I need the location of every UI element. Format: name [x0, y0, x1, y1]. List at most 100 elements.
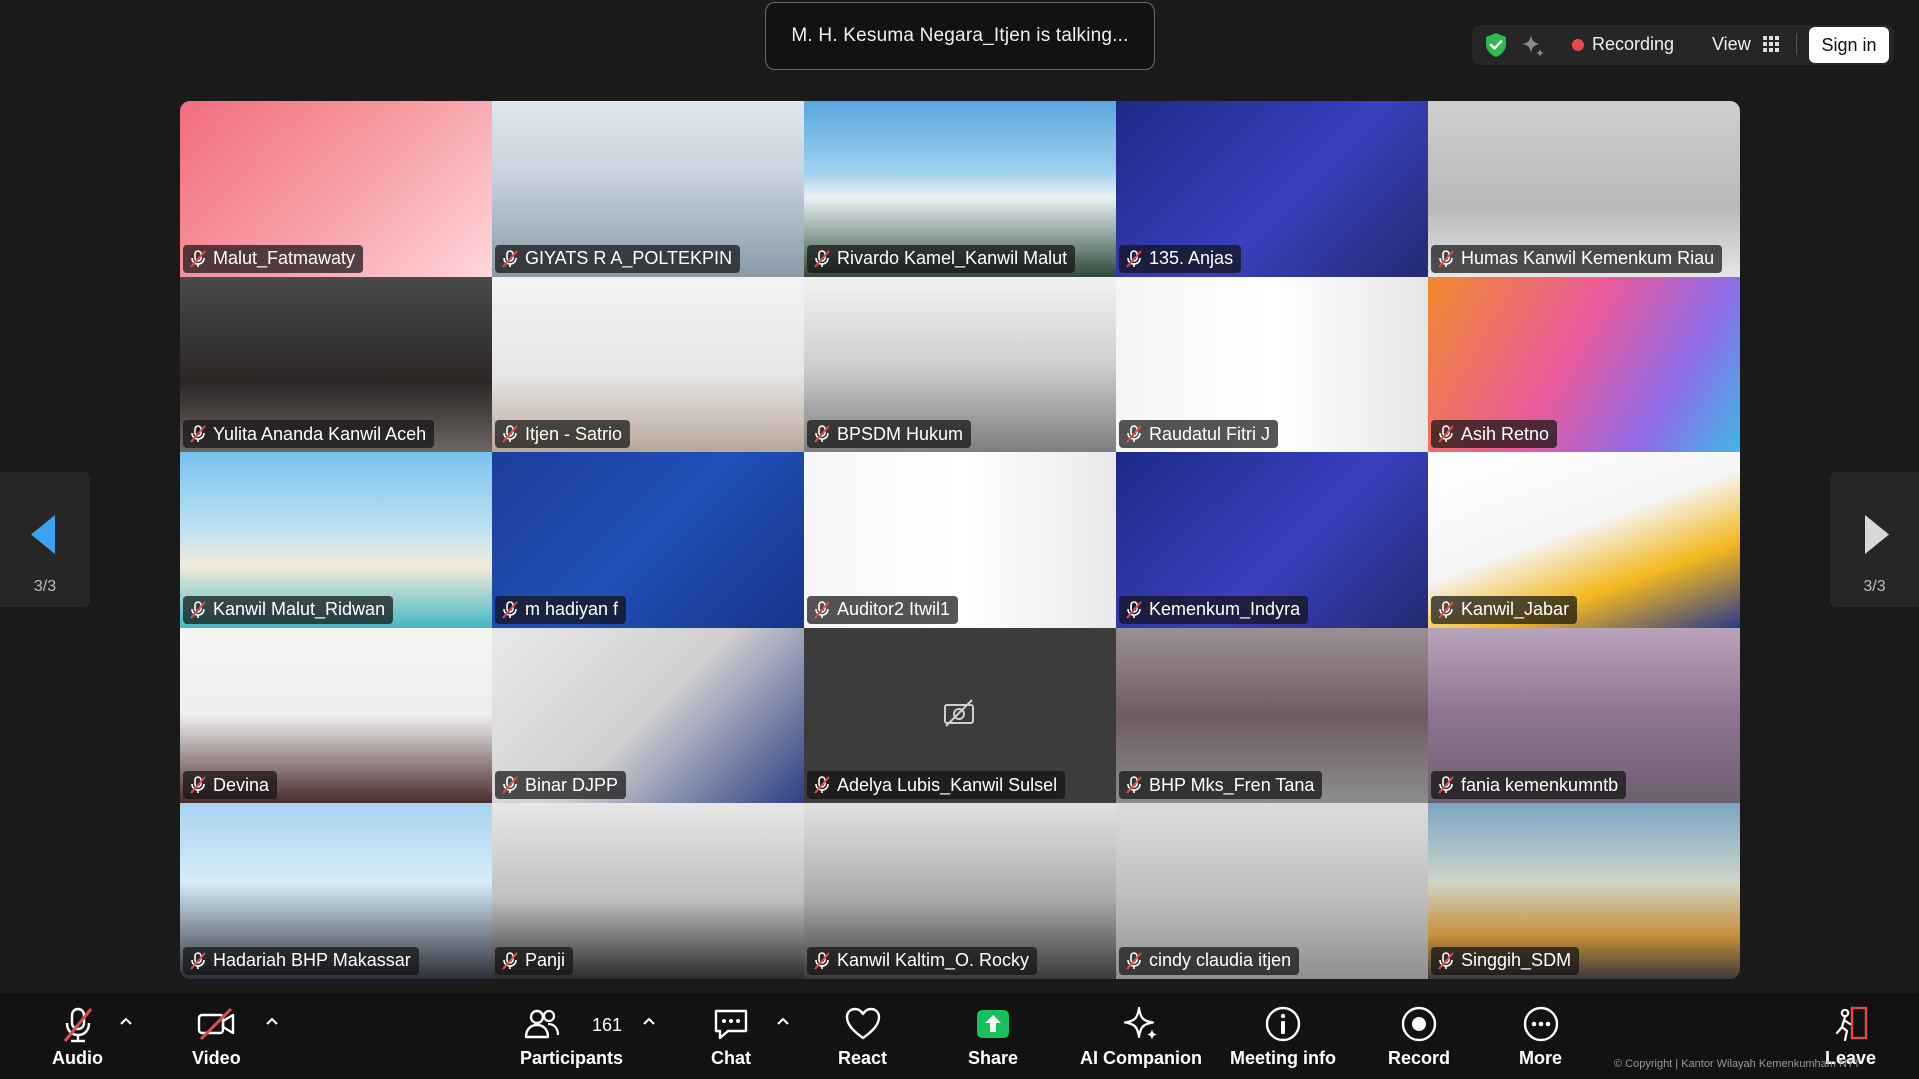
recording-status[interactable]: Recording	[1592, 34, 1674, 55]
participant-tile[interactable]: Hadariah BHP Makassar	[180, 803, 492, 979]
participant-name: Kemenkum_Indyra	[1149, 599, 1301, 620]
participant-tile[interactable]: Yulita Ananda Kanwil Aceh	[180, 276, 492, 453]
participant-name-tag: Kanwil Kaltim_O. Rocky	[807, 946, 1038, 975]
chat-options-chevron-up-icon[interactable]	[776, 1016, 790, 1026]
muted-mic-icon	[814, 600, 830, 619]
participant-tile[interactable]: Singgih_SDM	[1428, 803, 1740, 979]
video-label: Video	[192, 1048, 241, 1068]
muted-mic-icon	[190, 600, 206, 619]
sign-in-button[interactable]: Sign in	[1809, 27, 1889, 63]
more-label: More	[1519, 1048, 1563, 1068]
participant-tile[interactable]: Kemenkum_Indyra	[1116, 452, 1428, 628]
record-label: Record	[1388, 1048, 1451, 1068]
participant-tile[interactable]: m hadiyan f	[492, 452, 804, 628]
view-button[interactable]: View	[1712, 34, 1751, 55]
meeting-info-button[interactable]: Meeting info	[1230, 993, 1336, 1079]
participant-tile[interactable]: Kanwil Malut_Ridwan	[180, 452, 492, 628]
participant-name: Malut_Fatmawaty	[213, 248, 356, 269]
participant-tile[interactable]: Kanwil Kaltim_O. Rocky	[804, 803, 1116, 979]
participant-tile[interactable]: Devina	[180, 627, 492, 804]
participant-name: Hadariah BHP Makassar	[213, 950, 411, 971]
participant-name: fania kemenkumntb	[1461, 774, 1619, 795]
participant-name: BPSDM Hukum	[837, 423, 964, 444]
grid-view-icon[interactable]	[1762, 35, 1780, 53]
more-button[interactable]: More	[1519, 993, 1562, 1079]
participant-tile[interactable]: Itjen - Satrio	[492, 276, 804, 453]
chat-button[interactable]: Chat	[710, 993, 752, 1079]
next-page-button[interactable]: 3/3	[1830, 472, 1919, 607]
ai-sparkle-icon[interactable]	[1520, 33, 1546, 59]
participant-name: BHP Mks_Fren Tana	[1149, 774, 1315, 795]
record-button[interactable]: Record	[1388, 993, 1450, 1079]
participant-name-tag: Asih Retno	[1431, 420, 1558, 449]
participant-tile[interactable]: Panji	[492, 803, 804, 979]
muted-mic-icon	[190, 425, 206, 443]
muted-mic-icon	[1126, 776, 1142, 795]
video-options-chevron-up-icon[interactable]	[265, 1016, 279, 1026]
participant-tile[interactable]: Humas Kanwil Kemenkum Riau	[1428, 101, 1740, 277]
muted-mic-icon	[1438, 425, 1454, 443]
muted-mic-icon	[1126, 425, 1142, 443]
participant-name: Asih Retno	[1461, 423, 1550, 444]
participants-options-chevron-up-icon[interactable]	[642, 1016, 656, 1026]
participant-name-tag: Panji	[495, 946, 574, 975]
recording-dot-icon	[1572, 39, 1584, 51]
participant-tile[interactable]: Auditor2 Itwil1	[804, 452, 1116, 628]
participant-name: Raudatul Fitri J	[1149, 423, 1271, 444]
participant-tile[interactable]: Binar DJPP	[492, 627, 804, 804]
record-icon	[1401, 1006, 1437, 1042]
participant-name: Rivardo Kamel_Kanwil Malut	[837, 248, 1068, 269]
participant-name: Humas Kanwil Kemenkum Riau	[1461, 248, 1715, 269]
participant-name-tag: fania kemenkumntb	[1431, 771, 1627, 800]
participant-tile[interactable]: Adelya Lubis_Kanwil Sulsel	[804, 627, 1116, 804]
arrow-right-icon	[1865, 515, 1889, 554]
participants-label: Participants	[520, 1048, 624, 1068]
participant-name-tag: Malut_Fatmawaty	[183, 244, 364, 273]
participant-tile[interactable]: 135. Anjas	[1116, 101, 1428, 277]
ai-companion-label: AI Companion	[1080, 1048, 1202, 1068]
audio-options-chevron-up-icon[interactable]	[119, 1016, 133, 1026]
audio-button[interactable]: Audio	[52, 993, 103, 1079]
participant-name-tag: Singgih_SDM	[1431, 946, 1580, 975]
participant-name-tag: BHP Mks_Fren Tana	[1119, 771, 1323, 800]
participant-tile[interactable]: BHP Mks_Fren Tana	[1116, 627, 1428, 804]
muted-mic-icon	[1126, 249, 1142, 268]
participant-tile[interactable]: Kanwil_Jabar	[1428, 452, 1740, 628]
participant-name: GIYATS R A_POLTEKPIN	[525, 248, 733, 269]
participant-name-tag: Raudatul Fitri J	[1119, 420, 1279, 449]
participant-name-tag: Auditor2 Itwil1	[807, 595, 959, 624]
muted-mic-icon	[1438, 249, 1454, 268]
participant-tile[interactable]: GIYATS R A_POLTEKPIN	[492, 101, 804, 277]
muted-mic-icon	[1438, 952, 1454, 970]
muted-mic-icon	[502, 776, 518, 795]
participants-button[interactable]: Participants	[520, 993, 623, 1079]
participant-tile[interactable]: cindy claudia itjen	[1116, 803, 1428, 979]
participant-tile[interactable]: fania kemenkumntb	[1428, 627, 1740, 804]
muted-mic-icon	[1126, 600, 1142, 619]
participant-name: Panji	[525, 950, 566, 971]
react-button[interactable]: React	[838, 993, 887, 1079]
participant-name: Kanwil Kaltim_O. Rocky	[837, 950, 1030, 971]
security-shield-icon[interactable]	[1482, 31, 1510, 59]
participant-name-tag: Kemenkum_Indyra	[1119, 595, 1309, 624]
audio-label: Audio	[52, 1048, 103, 1068]
muted-mic-icon	[502, 952, 518, 970]
participant-tile[interactable]: Rivardo Kamel_Kanwil Malut	[804, 101, 1116, 277]
participant-tile[interactable]: Malut_Fatmawaty	[180, 101, 492, 277]
participant-name: Auditor2 Itwil1	[837, 599, 951, 620]
info-icon	[1265, 1006, 1301, 1042]
ai-companion-sparkle-icon	[1123, 1006, 1157, 1040]
muted-microphone-icon	[63, 1007, 92, 1043]
share-button[interactable]: Share	[968, 993, 1018, 1079]
zoom-meeting-window: M. H. Kesuma Negara_Itjen is talking... …	[0, 0, 1919, 1079]
participant-tile[interactable]: BPSDM Hukum	[804, 276, 1116, 453]
ai-companion-button[interactable]: AI Companion	[1080, 993, 1202, 1079]
participant-name-tag: Hadariah BHP Makassar	[183, 946, 419, 975]
previous-page-button[interactable]: 3/3	[0, 472, 90, 607]
video-button[interactable]: Video	[192, 993, 241, 1079]
participant-tile[interactable]: Raudatul Fitri J	[1116, 276, 1428, 453]
participant-tile[interactable]: Asih Retno	[1428, 276, 1740, 453]
copyright-watermark: © Copyright | Kantor Wilayah Kemenkumham…	[1614, 1058, 1861, 1070]
participant-name: Devina	[213, 774, 270, 795]
muted-mic-icon	[814, 952, 830, 970]
